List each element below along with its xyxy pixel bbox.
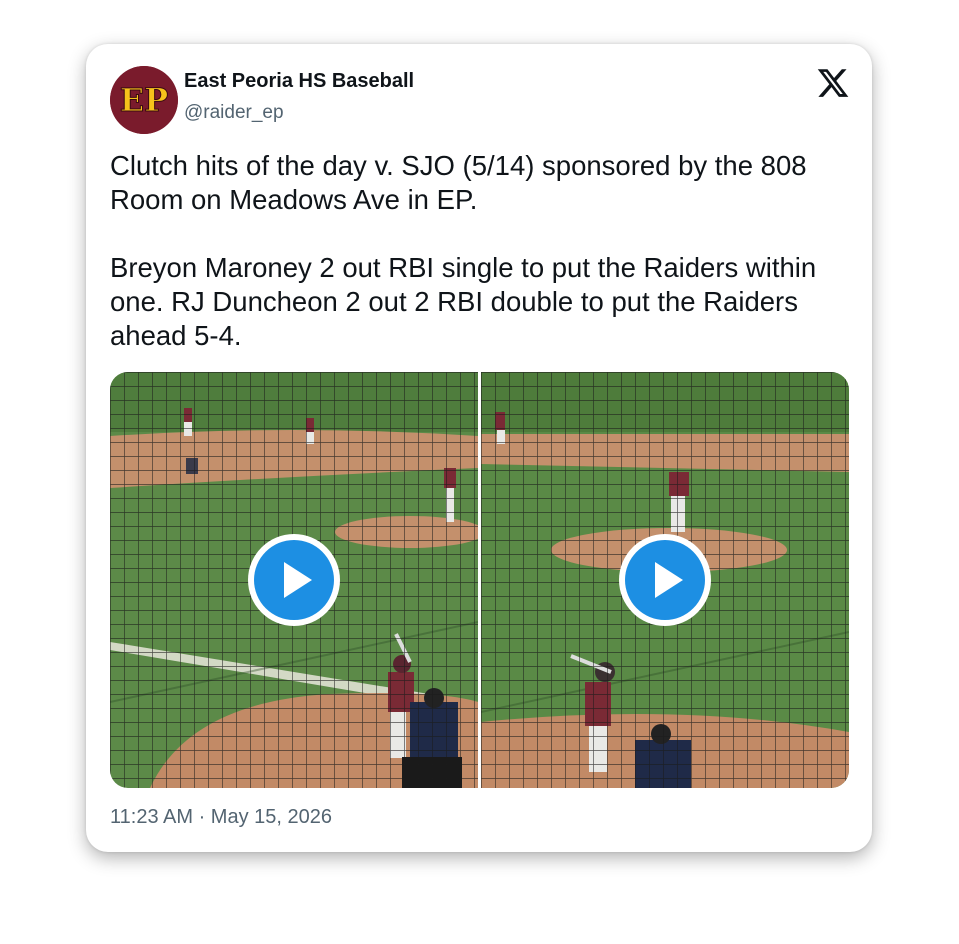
tweet-paragraph: Clutch hits of the day v. SJO (5/14) spo… — [110, 150, 807, 215]
author-handle[interactable]: @raider_ep — [184, 102, 284, 124]
author-avatar[interactable]: EP — [110, 66, 178, 134]
tweet-text: Clutch hits of the day v. SJO (5/14) spo… — [110, 149, 850, 353]
tweet-timestamp[interactable]: 11:23 AM · May 15, 2026 — [110, 806, 332, 829]
x-logo-icon[interactable] — [816, 66, 850, 100]
avatar-logo-text: EP — [120, 81, 168, 119]
author-display-name[interactable]: East Peoria HS Baseball — [184, 70, 414, 93]
play-button[interactable] — [246, 532, 342, 628]
tweet-card[interactable]: EP East Peoria HS Baseball @raider_ep Cl… — [86, 44, 872, 852]
video-thumbnail-2[interactable] — [481, 372, 849, 788]
media-grid — [110, 372, 849, 788]
play-button[interactable] — [617, 532, 713, 628]
tweet-paragraph: Breyon Maroney 2 out RBI single to put t… — [110, 252, 817, 351]
video-thumbnail-1[interactable] — [110, 372, 478, 788]
